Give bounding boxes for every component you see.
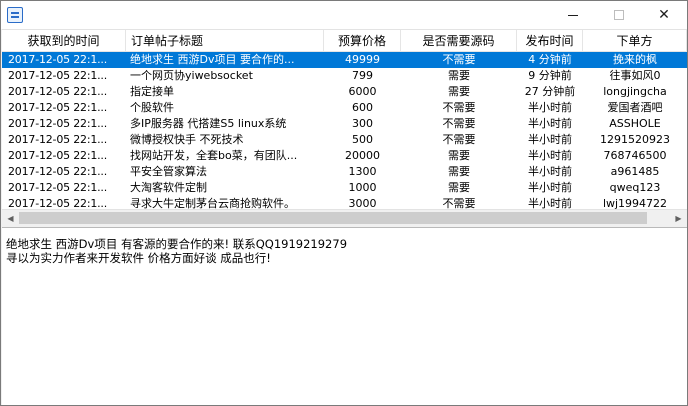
cell-time: 2017-12-05 22:1... [8,165,108,178]
cell-client: ASSHOLE [609,117,661,130]
cell-budget: 1000 [348,181,377,194]
cell-source-required: 不需要 [442,133,476,146]
app-icon [7,7,23,23]
cell-title: 大淘客软件定制 [130,181,207,194]
main-window: ✕ 获取到的时间 订单帖子标题 预算价格 是否需要源码 发布时间 下单方 201… [0,0,688,406]
horizontal-scrollbar[interactable]: ◀ ▶ [2,209,687,226]
cell-time: 2017-12-05 22:1... [8,181,108,194]
table-row[interactable]: 2017-12-05 22:1... 一个网页协yiwebsocket 799 需要 9… [2,68,687,84]
close-button[interactable]: ✕ [641,1,687,29]
cell-budget: 20000 [345,149,380,162]
orders-table[interactable]: 获取到的时间 订单帖子标题 预算价格 是否需要源码 发布时间 下单方 2017-… [2,29,687,225]
cell-budget: 799 [352,69,373,82]
cell-posted: 半小时前 [528,117,572,130]
cell-time: 2017-12-05 22:1... [8,85,108,98]
column-header-source[interactable]: 是否需要源码 [401,30,517,52]
maximize-button[interactable] [596,1,642,29]
cell-source-required: 不需要 [442,117,476,130]
cell-source-required: 需要 [448,181,470,194]
column-header-budget[interactable]: 预算价格 [324,30,401,52]
minimize-button[interactable] [550,1,596,29]
cell-budget: 500 [352,133,373,146]
table-header: 获取到的时间 订单帖子标题 预算价格 是否需要源码 发布时间 下单方 [2,30,687,52]
cell-budget: 600 [352,101,373,114]
cell-source-required: 不需要 [442,101,476,114]
maximize-icon [614,10,624,20]
table-row[interactable]: 2017-12-05 22:1... 个股软件 600 不需要 半小时前 爱国者酒吧 [2,100,687,116]
arrow-right-icon: ▶ [675,214,682,223]
cell-posted: 27 分钟前 [524,85,576,98]
column-header-posted[interactable]: 发布时间 [517,30,583,52]
cell-client: qweq123 [609,181,661,194]
table-body: 2017-12-05 22:1... 绝地求生 西游Dv项目 要合作的... 499… [2,52,687,212]
cell-client: a961485 [610,165,660,178]
table-row[interactable]: 2017-12-05 22:1... 找网站开发，全套bo菜，有团队... 2000… [2,148,687,164]
scroll-right-button[interactable]: ▶ [670,210,687,227]
cell-time: 2017-12-05 22:1... [8,149,108,162]
minimize-icon [568,14,578,16]
cell-source-required: 需要 [448,69,470,82]
cell-budget: 1300 [348,165,377,178]
cell-budget: 49999 [345,53,380,66]
cell-title: 微博授权快手 不死技术 [130,133,244,146]
cell-source-required: 需要 [448,149,470,162]
table-row[interactable]: 2017-12-05 22:1... 平安全管家算法 1300 需要 半小时前 a9614… [2,164,687,180]
cell-title: 平安全管家算法 [130,165,207,178]
cell-title: 指定接单 [130,85,174,98]
close-icon: ✕ [658,7,670,23]
cell-title: 多IP服务器 代搭建S5 linux系统 [130,117,287,130]
cell-budget: 300 [352,117,373,130]
table-row[interactable]: 2017-12-05 22:1... 指定接单 6000 需要 27 分钟前 longji… [2,84,687,100]
cell-source-required: 需要 [448,165,470,178]
cell-client: 768746500 [603,149,667,162]
cell-title: 一个网页协yiwebsocket [130,69,253,82]
title-bar[interactable]: ✕ [1,1,687,29]
scrollbar-thumb[interactable] [19,212,647,224]
cell-time: 2017-12-05 22:1... [8,69,108,82]
table-row[interactable]: 2017-12-05 22:1... 多IP服务器 代搭建S5 linux系统 30… [2,116,687,132]
cell-posted: 半小时前 [528,149,572,162]
table-row[interactable]: 2017-12-05 22:1... 绝地求生 西游Dv项目 要合作的... 499… [2,52,687,68]
scroll-left-button[interactable]: ◀ [2,210,19,227]
cell-client: 往事如风0 [609,69,661,82]
cell-posted: 半小时前 [528,165,572,178]
table-row[interactable]: 2017-12-05 22:1... 大淘客软件定制 1000 需要 半小时前 qweq1… [2,180,687,196]
column-header-title[interactable]: 订单帖子标题 [126,30,324,52]
cell-posted: 半小时前 [528,133,572,146]
cell-posted: 半小时前 [528,101,572,114]
column-header-client[interactable]: 下单方 [583,30,687,52]
table-row[interactable]: 2017-12-05 22:1... 微博授权快手 不死技术 500 不需要 半小时前 1… [2,132,687,148]
cell-posted: 4 分钟前 [528,53,572,66]
cell-client: 爱国者酒吧 [607,101,663,114]
cell-client: 挽来的枫 [613,53,657,66]
cell-time: 2017-12-05 22:1... [8,101,108,114]
cell-title: 绝地求生 西游Dv项目 要合作的... [130,53,295,66]
cell-budget: 6000 [348,85,377,98]
cell-title: 找网站开发，全套bo菜，有团队... [130,149,298,162]
cell-client: longjingcha [603,85,667,98]
cell-time: 2017-12-05 22:1... [8,117,108,130]
cell-posted: 9 分钟前 [528,69,572,82]
cell-client: 1291520923 [600,133,670,146]
cell-source-required: 需要 [448,85,470,98]
arrow-left-icon: ◀ [7,214,14,223]
cell-source-required: 不需要 [442,53,476,66]
column-header-time[interactable]: 获取到的时间 [2,30,126,52]
cell-title: 个股软件 [130,101,174,114]
detail-textbox[interactable]: 绝地求生 西游Dv项目 有客源的要合作的来! 联系QQ1919219279 寻以… [2,227,687,405]
cell-time: 2017-12-05 22:1... [8,53,108,66]
cell-time: 2017-12-05 22:1... [8,133,108,146]
cell-posted: 半小时前 [528,181,572,194]
